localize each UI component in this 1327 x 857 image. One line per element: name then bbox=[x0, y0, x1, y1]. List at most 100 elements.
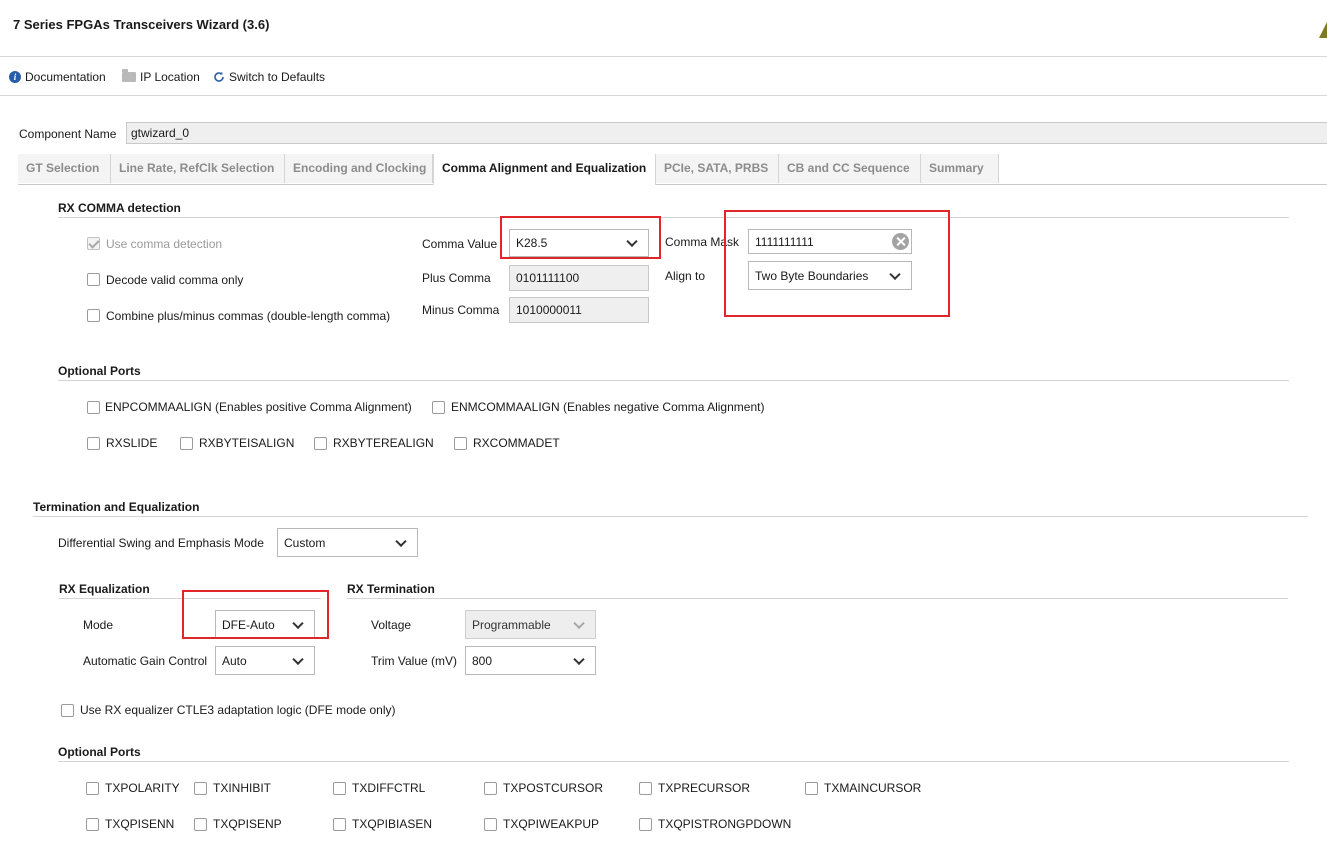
chevron-down-icon bbox=[626, 235, 638, 248]
decode-valid-checkbox[interactable] bbox=[87, 273, 100, 286]
clear-icon[interactable] bbox=[892, 233, 909, 250]
txqpibiasen-checkbox[interactable] bbox=[333, 818, 346, 831]
enmcommaalign-label: ENMCOMMAALIGN (Enables negative Comma Al… bbox=[451, 400, 765, 414]
component-name-field[interactable]: gtwizard_0 bbox=[126, 122, 1327, 144]
info-icon: i bbox=[9, 71, 21, 83]
txqpistrongpdown-label: TXQPISTRONGPDOWN bbox=[658, 817, 792, 831]
tab-comma-alignment[interactable]: Comma Alignment and Equalization bbox=[433, 154, 656, 185]
txmaincursor-checkbox[interactable] bbox=[805, 782, 818, 795]
section-divider bbox=[33, 516, 1308, 517]
voltage-label: Voltage bbox=[371, 618, 412, 632]
rxbyteisalign-checkbox[interactable] bbox=[180, 437, 193, 450]
brand-corner-icon bbox=[1319, 22, 1327, 38]
mode-select[interactable]: DFE-Auto bbox=[215, 610, 315, 639]
rxbyterealign-checkbox[interactable] bbox=[314, 437, 327, 450]
chevron-down-icon bbox=[889, 268, 901, 280]
rxcommadet-label: RXCOMMADET bbox=[473, 436, 560, 450]
txqpistrongpdown-checkbox[interactable] bbox=[639, 818, 652, 831]
txqpisenn-label: TXQPISENN bbox=[105, 817, 175, 831]
txqpiweakpup-label: TXQPIWEAKPUP bbox=[503, 817, 600, 831]
tab-encoding-clocking[interactable]: Encoding and Clocking bbox=[285, 154, 433, 183]
diff-swing-select[interactable]: Custom bbox=[277, 528, 418, 557]
rxbyterealign-label: RXBYTEREALIGN bbox=[333, 436, 434, 450]
window-title: 7 Series FPGAs Transceivers Wizard (3.6) bbox=[13, 17, 270, 32]
txqpisenp-label: TXQPISENP bbox=[213, 817, 282, 831]
comma-mask-field[interactable]: 1111111111 bbox=[748, 229, 912, 254]
txpolarity-label: TXPOLARITY bbox=[105, 781, 180, 795]
diff-swing-text: Custom bbox=[284, 535, 326, 550]
folder-icon bbox=[122, 69, 136, 82]
ctle3-label: Use RX equalizer CTLE3 adaptation logic … bbox=[80, 703, 396, 717]
tab-line-rate[interactable]: Line Rate, RefClk Selection bbox=[111, 154, 285, 183]
rxslide-checkbox[interactable] bbox=[87, 437, 100, 450]
enpcommaalign-checkbox[interactable] bbox=[87, 401, 100, 414]
tab-summary[interactable]: Summary bbox=[921, 154, 999, 183]
use-comma-label: Use comma detection bbox=[106, 237, 223, 251]
ip-location-button[interactable]: IP Location bbox=[122, 69, 200, 84]
plus-comma-field[interactable]: 0101111100 bbox=[509, 265, 649, 291]
enmcommaalign-checkbox[interactable] bbox=[432, 401, 445, 414]
agc-label: Automatic Gain Control bbox=[83, 654, 208, 668]
comma-mask-label: Comma Mask bbox=[665, 235, 740, 249]
txpolarity-checkbox[interactable] bbox=[86, 782, 99, 795]
txmaincursor-label: TXMAINCURSOR bbox=[824, 781, 922, 795]
trim-value-select[interactable]: 800 bbox=[465, 646, 596, 675]
rx-equalization-title: RX Equalization bbox=[59, 582, 150, 596]
refresh-icon bbox=[214, 71, 224, 82]
rxslide-label: RXSLIDE bbox=[106, 436, 158, 450]
rxcommadet-checkbox[interactable] bbox=[454, 437, 467, 450]
section-divider bbox=[59, 598, 321, 599]
section-divider bbox=[58, 217, 1289, 218]
rx-termination-title: RX Termination bbox=[347, 582, 435, 596]
switch-defaults-button[interactable]: Switch to Defaults bbox=[213, 70, 325, 84]
ctle3-checkbox[interactable] bbox=[61, 704, 74, 717]
mode-label: Mode bbox=[83, 618, 114, 632]
combine-commas-label: Combine plus/minus commas (double-length… bbox=[106, 309, 391, 323]
chevron-down-icon bbox=[573, 617, 585, 629]
ip-location-label: IP Location bbox=[140, 70, 200, 84]
rxbyteisalign-label: RXBYTEISALIGN bbox=[199, 436, 295, 450]
align-to-select[interactable]: Two Byte Boundaries bbox=[748, 261, 912, 290]
tab-pcie-sata-prbs[interactable]: PCIe, SATA, PRBS bbox=[656, 154, 779, 183]
txinhibit-label: TXINHIBIT bbox=[213, 781, 272, 795]
toolbar: i Documentation IP Location Switch to De… bbox=[0, 57, 1327, 96]
mode-text: DFE-Auto bbox=[222, 617, 275, 632]
txdiffctrl-checkbox[interactable] bbox=[333, 782, 346, 795]
plus-comma-label: Plus Comma bbox=[422, 271, 491, 285]
txpostcursor-label: TXPOSTCURSOR bbox=[503, 781, 604, 795]
tab-cb-cc-sequence[interactable]: CB and CC Sequence bbox=[779, 154, 921, 183]
comma-mask-text: 1111111111 bbox=[755, 234, 814, 249]
txpostcursor-checkbox[interactable] bbox=[484, 782, 497, 795]
section-divider bbox=[347, 598, 1288, 599]
optional-ports-rx-title: Optional Ports bbox=[58, 364, 141, 378]
comma-value-text: K28.5 bbox=[516, 236, 548, 250]
chevron-down-icon bbox=[395, 535, 407, 547]
txinhibit-checkbox[interactable] bbox=[194, 782, 207, 795]
voltage-select[interactable]: Programmable bbox=[465, 610, 596, 639]
comma-value-label: Comma Value bbox=[422, 237, 498, 251]
voltage-text: Programmable bbox=[472, 617, 551, 632]
combine-commas-checkbox[interactable] bbox=[87, 309, 100, 322]
chevron-down-icon bbox=[292, 617, 304, 629]
minus-comma-label: Minus Comma bbox=[422, 303, 500, 317]
txqpisenp-checkbox[interactable] bbox=[194, 818, 207, 831]
documentation-button[interactable]: i Documentation bbox=[9, 70, 106, 84]
trim-value-text: 800 bbox=[472, 653, 493, 668]
txprecursor-checkbox[interactable] bbox=[639, 782, 652, 795]
diff-swing-label: Differential Swing and Emphasis Mode bbox=[58, 536, 264, 550]
component-name-label: Component Name bbox=[19, 127, 117, 141]
trim-value-label: Trim Value (mV) bbox=[371, 654, 458, 668]
title-bar: 7 Series FPGAs Transceivers Wizard (3.6) bbox=[0, 0, 1327, 57]
documentation-label: Documentation bbox=[25, 70, 106, 84]
txqpisenn-checkbox[interactable] bbox=[86, 818, 99, 831]
tab-gt-selection[interactable]: GT Selection bbox=[18, 154, 111, 183]
agc-select[interactable]: Auto bbox=[215, 646, 315, 675]
rx-comma-section-title: RX COMMA detection bbox=[58, 201, 181, 215]
use-comma-checkbox[interactable] bbox=[87, 237, 100, 250]
chevron-down-icon bbox=[573, 653, 585, 665]
termination-section-title: Termination and Equalization bbox=[33, 500, 200, 514]
minus-comma-field[interactable]: 1010000011 bbox=[509, 297, 649, 323]
comma-value-select[interactable]: K28.5 bbox=[509, 229, 649, 257]
tab-bar: GT Selection Line Rate, RefClk Selection… bbox=[18, 154, 1327, 185]
txqpiweakpup-checkbox[interactable] bbox=[484, 818, 497, 831]
